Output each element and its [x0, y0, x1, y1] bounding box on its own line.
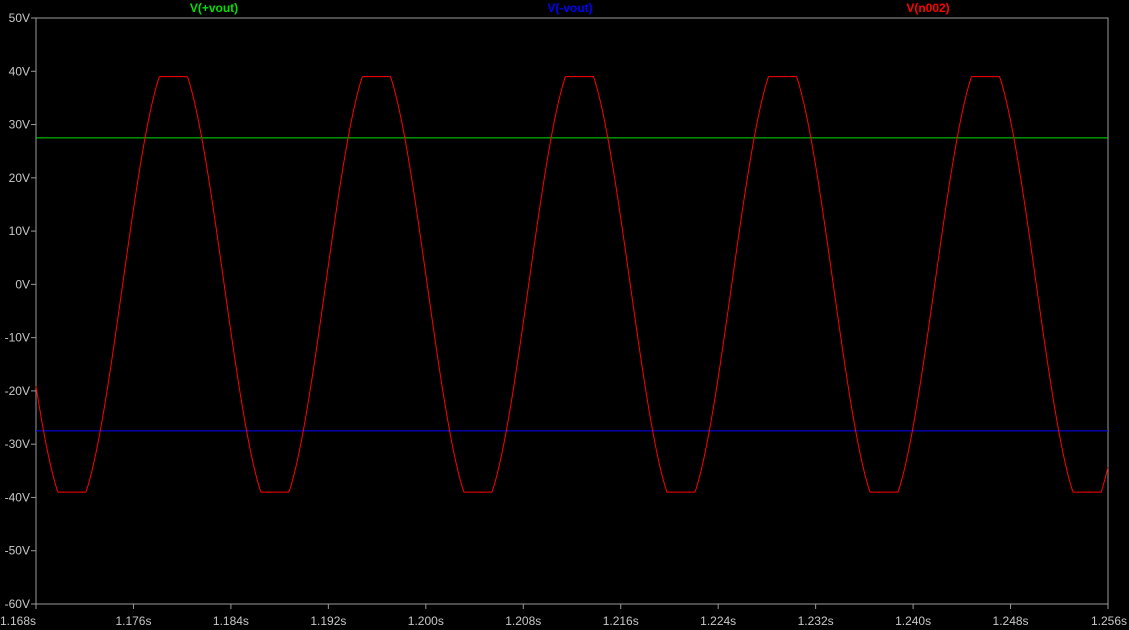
x-tick-label: 1.208s	[505, 614, 541, 628]
y-tick-label: 50V	[9, 11, 30, 25]
x-tick-label: 1.176s	[115, 614, 151, 628]
legend-entry[interactable]: V(n002)	[906, 1, 949, 15]
y-tick-label: -20V	[5, 384, 30, 398]
y-tick-label: -50V	[5, 544, 30, 558]
x-tick-label: 1.240s	[895, 614, 931, 628]
x-tick-label: 1.192s	[310, 614, 346, 628]
y-tick-label: -40V	[5, 490, 30, 504]
x-tick-label: 1.248s	[993, 614, 1029, 628]
x-tick-label: 1.168s	[0, 614, 36, 628]
x-tick-label: 1.224s	[700, 614, 736, 628]
legend-entry[interactable]: V(-vout)	[547, 1, 592, 15]
legend-entry[interactable]: V(+vout)	[190, 1, 238, 15]
series-line-v-n002-	[35, 76, 1109, 493]
y-tick-label: -30V	[5, 437, 30, 451]
x-tick-label: 1.184s	[213, 614, 249, 628]
y-tick-label: -60V	[5, 597, 30, 611]
y-tick-label: 30V	[9, 118, 30, 132]
y-tick-label: 20V	[9, 171, 30, 185]
y-tick-label: 10V	[9, 224, 30, 238]
waveform-plot: 50V 40V 30V 20V 10V 0V -10V -20V -30V -40V -50V -60…	[0, 1, 1127, 628]
x-tick-label: 1.256s	[1091, 614, 1127, 628]
x-tick-label: 1.232s	[798, 614, 834, 628]
x-tick-label: 1.200s	[408, 614, 444, 628]
y-tick-label: 40V	[9, 64, 30, 78]
y-tick-label: -10V	[5, 331, 30, 345]
plot-frame	[35, 17, 1109, 605]
x-tick-label: 1.216s	[603, 614, 639, 628]
y-tick-label: 0V	[15, 277, 30, 291]
chart: 50V 40V 30V 20V 10V 0V -10V -20V -30V -40V -50V -60…	[0, 0, 1129, 630]
